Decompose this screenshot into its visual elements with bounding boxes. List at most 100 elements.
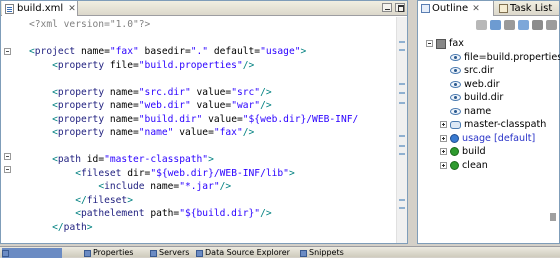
folding-ruler [1,17,13,243]
task-list-icon [499,4,508,13]
overview-marker [399,49,405,51]
fold-fileset-icon[interactable] [4,166,11,173]
minimize-icon[interactable] [382,3,392,12]
expand-icon[interactable] [440,121,447,128]
code-token: value= [202,113,243,125]
code-token: "master-classpath" [104,154,209,165]
tree-item[interactable]: master-classpath [440,118,546,131]
code-token: property [57,59,105,71]
code-token: file= [104,59,139,71]
code-token: property [57,86,105,98]
code-token: "*.jar" [179,181,220,192]
editor-pane: build.xml ✕ <?xml version="1.0"?> <projec… [0,0,408,244]
code-token: pathelement [81,208,145,219]
code-line: <property file="build.properties"/> [29,59,254,72]
path-icon [450,120,461,129]
tree-item[interactable]: file=build.properties [440,51,560,64]
eclipse-window: build.xml ✕ <?xml version="1.0"?> <projec… [0,0,560,258]
expand-icon[interactable] [440,134,447,142]
code-token: name= [104,127,139,138]
overview-marker [399,207,405,209]
code-token: value= [190,86,232,98]
fold-path-icon[interactable] [4,153,11,160]
overview-marker [399,102,405,104]
tree-item[interactable]: build [440,145,486,158]
tree-item[interactable]: name [440,105,491,118]
expand-icon[interactable] [440,148,447,155]
tree-item[interactable]: build.dir [440,91,503,104]
tree-item[interactable]: src.dir [440,64,494,77]
view-icon [84,249,91,257]
code-text-area[interactable]: <?xml version="1.0"?> <project name="fax"… [29,18,395,243]
tree-item-label: fax [449,38,464,49]
expand-icon[interactable] [440,161,447,169]
tab-task-list[interactable]: Task List [496,1,560,16]
sort-icon[interactable] [476,20,487,30]
view-menu-icon[interactable] [546,20,557,30]
tree-item-label: usage [default] [462,132,536,144]
property-icon [450,67,461,74]
hide-properties-icon[interactable] [490,20,501,30]
code-line: <include name="*.jar"/> [29,180,231,193]
collapse-all-icon[interactable] [532,20,543,30]
code-token: value= [173,127,214,138]
tree-item[interactable]: clean [440,159,488,172]
maximize-icon[interactable] [395,3,405,12]
code-token: <?xml version="1.0"?> [29,19,151,30]
code-token: "src" [231,86,261,98]
filter-icon[interactable] [518,20,529,30]
code-token: "${web.dir}/WEB-INF/lib" [150,167,289,179]
property-icon [450,107,461,115]
code-line: <pathelement path="${build.dir}"/> [29,207,272,220]
editor-vertical-scrollbar[interactable] [396,17,407,243]
default-target-icon [450,133,459,143]
tree-item[interactable]: usage [default] [440,132,535,145]
scroll-thumb[interactable] [550,213,556,221]
code-token: /> [219,181,232,192]
code-token: name= [104,86,139,98]
target-icon [450,147,459,156]
code-token: fileset [86,194,128,206]
code-line: <path id="master-classpath"> [29,153,214,166]
code-token: "web.dir" [138,100,191,111]
code-token: > [300,46,307,57]
code-token: > [288,167,295,179]
code-token: property [57,100,105,111]
code-token: dir= [121,167,151,179]
code-token: include [104,181,145,192]
overview-marker [399,83,405,85]
tree-item[interactable]: fax [426,37,464,50]
outline-icon [421,4,430,13]
tab-outline[interactable]: Outline ✕ [418,1,494,16]
outline-tab-bar: Outline ✕ Task List [418,1,559,16]
code-token: /> [242,127,255,138]
hide-imports-icon[interactable] [504,20,515,30]
tree-item-label: master-classpath [464,119,547,130]
fold-project-icon[interactable] [4,48,11,55]
code-token: "build.properties" [138,59,243,71]
close-icon[interactable]: ✕ [472,4,480,14]
code-token: /> [260,208,272,219]
property-icon [450,53,461,61]
code-token: > [208,154,214,165]
editor-body[interactable]: <?xml version="1.0"?> <project name="fax"… [1,17,407,243]
overview-marker [399,92,405,94]
code-token: name= [144,181,180,192]
editor-tab-build-xml[interactable]: build.xml ✕ [2,1,78,16]
collapse-icon[interactable] [426,40,433,47]
close-icon[interactable]: ✕ [68,4,76,14]
code-line: <?xml version="1.0"?> [29,18,150,31]
code-token: "name" [138,127,174,138]
code-line: <property name="src.dir" value="src"/> [29,86,272,99]
outline-tree[interactable]: fax file=build.properties src.dir web.dir bu… [418,37,560,243]
code-token: "${build.dir}" [179,208,261,219]
editor-tab-bar: build.xml ✕ [1,1,407,16]
outline-toolbar [418,17,559,33]
code-token: path= [144,208,180,219]
tree-item[interactable]: web.dir [440,78,500,91]
code-token: basedir= [138,46,191,57]
